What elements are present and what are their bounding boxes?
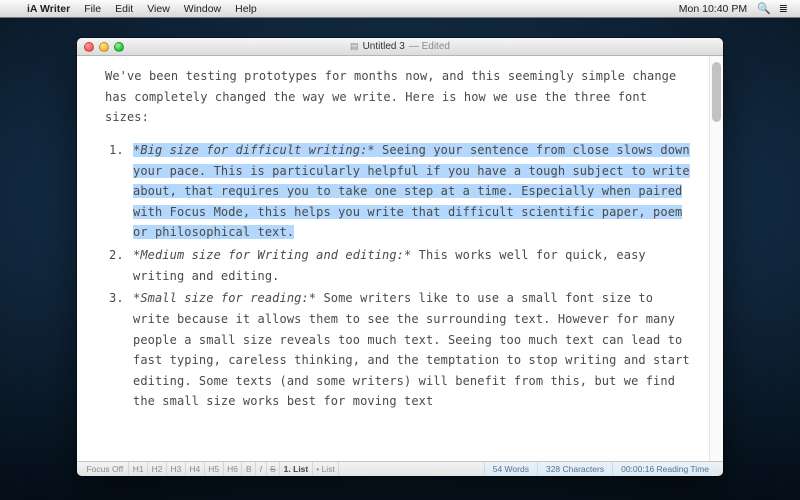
- vertical-scrollbar[interactable]: [709, 56, 723, 461]
- menu-view[interactable]: View: [140, 3, 177, 15]
- heading-h5-button[interactable]: H5: [205, 462, 224, 477]
- italic-button[interactable]: I: [256, 462, 266, 477]
- menubar-clock[interactable]: Mon 10:40 PM: [673, 3, 753, 15]
- scrollbar-thumb[interactable]: [712, 62, 721, 122]
- notification-center-icon[interactable]: ≣: [775, 2, 792, 15]
- editor-textarea[interactable]: We've been testing prototypes for months…: [77, 56, 709, 461]
- list-item-2[interactable]: *Medium size for Writing and editing:* T…: [131, 245, 691, 286]
- edited-badge: — Edited: [409, 41, 450, 52]
- list[interactable]: *Big size for difficult writing:* Seeing…: [105, 140, 691, 412]
- intro-paragraph[interactable]: We've been testing prototypes for months…: [105, 66, 691, 128]
- unordered-list-button[interactable]: • List: [313, 462, 340, 477]
- heading-h1-button[interactable]: H1: [129, 462, 148, 477]
- menu-edit[interactable]: Edit: [108, 3, 140, 15]
- ordered-list-button[interactable]: 1. List: [280, 462, 313, 477]
- list-item-3[interactable]: *Small size for reading:* Some writers l…: [131, 288, 691, 412]
- window-titlebar[interactable]: ▤ Untitled 3 — Edited: [77, 38, 723, 56]
- app-window: ▤ Untitled 3 — Edited We've been testing…: [77, 38, 723, 476]
- menu-file[interactable]: File: [77, 3, 108, 15]
- app-menu[interactable]: iA Writer: [20, 3, 77, 15]
- heading-h3-button[interactable]: H3: [167, 462, 186, 477]
- strike-button[interactable]: S: [267, 462, 281, 477]
- char-count[interactable]: 328 Characters: [537, 462, 612, 477]
- document-proxy-icon[interactable]: ▤: [350, 41, 359, 52]
- heading-h6-button[interactable]: H6: [224, 462, 243, 477]
- reading-time[interactable]: 00:00:16 Reading Time: [612, 462, 717, 477]
- focus-mode-toggle[interactable]: Focus Off: [83, 462, 129, 477]
- heading-h4-button[interactable]: H4: [186, 462, 205, 477]
- bold-button[interactable]: B: [242, 462, 256, 477]
- spotlight-icon[interactable]: 🔍: [753, 2, 775, 15]
- system-menubar: iA Writer File Edit View Window Help Mon…: [0, 0, 800, 18]
- window-title: ▤ Untitled 3 — Edited: [77, 41, 723, 52]
- word-count[interactable]: 54 Words: [484, 462, 537, 477]
- menu-help[interactable]: Help: [228, 3, 264, 15]
- document-name: Untitled 3: [363, 41, 405, 52]
- status-bar: Focus Off H1 H2 H3 H4 H5 H6 B I S 1. Lis…: [77, 461, 723, 476]
- menu-window[interactable]: Window: [177, 3, 228, 15]
- list-item-1[interactable]: *Big size for difficult writing:* Seeing…: [131, 140, 691, 243]
- heading-h2-button[interactable]: H2: [148, 462, 167, 477]
